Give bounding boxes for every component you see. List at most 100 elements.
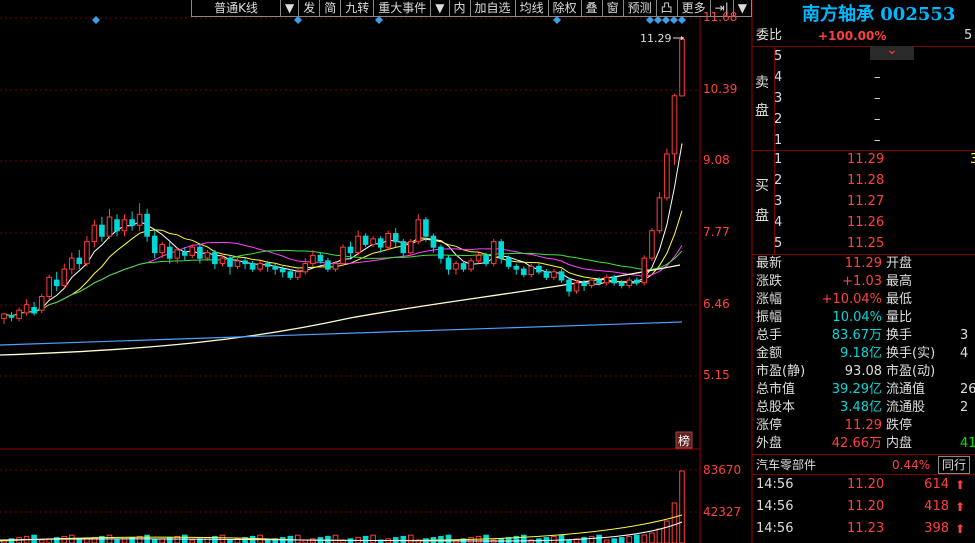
candle-body: [310, 254, 316, 265]
quote-value: 83.67万: [831, 328, 882, 343]
price-axis-label: 6.46: [703, 297, 730, 311]
event-marker-icon: [646, 16, 654, 24]
quote-value-2: 2: [960, 400, 969, 415]
quote-label: 金额: [756, 346, 783, 361]
quote-row: 外盘 42.66万 内盘 41: [752, 435, 975, 453]
volume-bar: [664, 520, 670, 543]
candle-body: [249, 263, 256, 270]
quote-value: +10.04%: [821, 292, 882, 307]
volume-bar: [611, 538, 618, 543]
stats-divider: [752, 454, 975, 455]
event-marker-icon: [553, 16, 561, 24]
candle-body: [272, 265, 278, 270]
tick-time: 14:56: [756, 499, 794, 514]
quote-row: 涨幅 +10.04% 最低: [752, 291, 975, 309]
sell-price: –: [874, 70, 881, 85]
volume-bar: [558, 534, 565, 543]
event-marker-icon: [678, 16, 686, 24]
quote-value: 93.08: [844, 364, 882, 379]
event-marker-icon: [92, 16, 100, 24]
toolbar-button-2[interactable]: 发: [299, 0, 321, 17]
quote-label-2: 换手(实): [886, 346, 936, 361]
peer-button[interactable]: 同行: [938, 456, 971, 474]
volume-bar: [129, 537, 135, 543]
sell-row[interactable]: 5–: [752, 48, 975, 66]
event-marker-icon: [294, 16, 302, 24]
buy-row[interactable]: 5 11.25: [752, 235, 975, 253]
buy-row[interactable]: 4 11.26: [752, 214, 975, 232]
candle-body: [551, 271, 557, 278]
volume-bar: [408, 534, 414, 543]
buy-level: 2: [774, 173, 783, 188]
volume-bar: [362, 535, 369, 543]
volume-bar: [468, 537, 474, 543]
sector-info[interactable]: 汽车零部件 0.44% 同行: [752, 456, 975, 474]
candle-body: [370, 238, 376, 245]
toolbar-button-14[interactable]: 凸: [656, 0, 678, 17]
toolbar-button-5[interactable]: 重大事件: [374, 0, 432, 17]
candle-body: [8, 315, 15, 318]
candle-body: [144, 213, 150, 237]
price-axis-label: 7.77: [703, 225, 730, 239]
candle-body: [505, 257, 512, 267]
sell-row[interactable]: 2–: [752, 111, 975, 129]
quote-row: 总股本 3.48亿 流通股 2: [752, 399, 975, 417]
candle-body: [408, 241, 414, 254]
candle-body: [415, 219, 422, 243]
candle-body: [219, 257, 226, 265]
tick-time: 14:56: [756, 477, 794, 492]
quote-row: 振幅 10.04% 量比: [752, 309, 975, 327]
sell-row[interactable]: 3–: [752, 90, 975, 108]
toolbar-button-3[interactable]: 简: [320, 0, 342, 17]
quote-row: 市盈(静) 93.08 市盈(动): [752, 363, 975, 381]
candle-body: [347, 246, 354, 254]
toolbar-button-9[interactable]: 均线: [515, 0, 549, 17]
up-arrow-icon: ⬆: [954, 500, 965, 514]
toolbar-button-11[interactable]: 叠: [581, 0, 603, 17]
toolbar-button-13[interactable]: 预测: [623, 0, 657, 17]
quote-value: 10.04%: [832, 310, 882, 325]
toolbar-button-0[interactable]: 普通K线: [191, 0, 281, 17]
toolbar-button-1[interactable]: ▼: [281, 0, 300, 17]
quote-value: 42.66万: [831, 436, 882, 451]
high-price-label: 11.29: [640, 32, 672, 45]
volume-bar: [400, 535, 407, 543]
chart-toolbar: 普通K线 ▼ 发简九转 重大事件 ▼ 内加自选 均线 除权叠窗预测凸更多 ⇥| ▼: [191, 0, 753, 17]
quote-row: 总手 83.67万 换手 3: [752, 327, 975, 345]
toolbar-button-7[interactable]: 内: [449, 0, 471, 17]
candle-body: [325, 260, 331, 270]
quote-value-2: 3: [960, 328, 969, 343]
stock-name: 南方轴承: [802, 4, 874, 25]
stock-title: 南方轴承 002553: [802, 0, 955, 26]
buy-row[interactable]: 3 11.27: [752, 193, 975, 211]
price-axis-label: 11.68: [703, 10, 738, 24]
sell-row[interactable]: 4–: [752, 69, 975, 87]
tick-volume: 398: [924, 521, 949, 536]
candle-body: [392, 233, 399, 243]
buy-level: 4: [774, 215, 783, 230]
candle-body: [445, 257, 452, 270]
candle-body: [664, 153, 670, 199]
chevron-down-icon[interactable]: ⌄: [870, 43, 914, 60]
volume-bar: [204, 537, 211, 543]
buy-price: 11.29: [847, 152, 885, 167]
sell-row[interactable]: 1–: [752, 132, 975, 150]
toolbar-button-10[interactable]: 除权: [548, 0, 582, 17]
toolbar-button-4[interactable]: 九转: [341, 0, 375, 17]
toolbar-button-8[interactable]: 加自选: [470, 0, 516, 17]
candle-body: [543, 271, 550, 278]
event-marker-icon: [670, 16, 678, 24]
volume-bar: [618, 537, 625, 543]
candle-body: [84, 241, 90, 265]
candle-body: [61, 268, 68, 287]
buy-row[interactable]: 2 11.28: [752, 172, 975, 190]
quote-label: 最新: [756, 256, 783, 271]
buy-price: 11.25: [847, 236, 885, 251]
weibi-extra: 5: [964, 28, 973, 43]
quote-row: 金额 9.18亿 换手(实) 4: [752, 345, 975, 363]
candle-body: [106, 216, 113, 237]
toolbar-button-6[interactable]: ▼: [431, 0, 450, 17]
buy-row[interactable]: 1 11.29 3: [752, 151, 975, 169]
quote-value: +1.03: [842, 274, 882, 289]
toolbar-button-12[interactable]: 窗: [602, 0, 624, 17]
